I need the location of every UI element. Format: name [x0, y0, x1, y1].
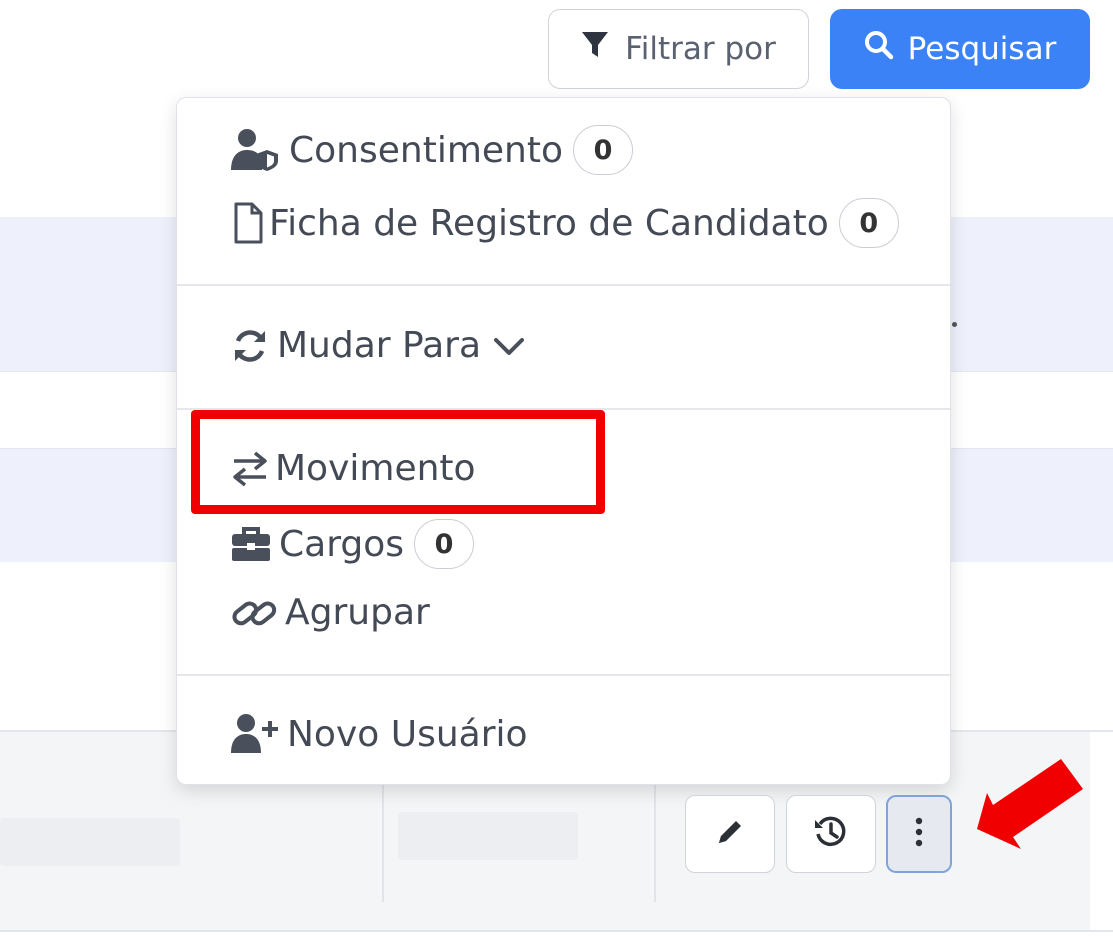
- table-divider: [0, 930, 1113, 932]
- count-badge: 0: [838, 198, 899, 248]
- menu-item-movement[interactable]: Movimento: [231, 448, 476, 489]
- menu-item-label: Novo Usuário: [287, 713, 528, 755]
- filter-button[interactable]: Filtrar por: [548, 9, 809, 89]
- edit-button[interactable]: [685, 795, 775, 873]
- menu-item-candidate-form[interactable]: Ficha de Registro de Candidato 0: [231, 198, 899, 248]
- pencil-icon: [714, 816, 746, 852]
- menu-item-label: Cargos: [279, 523, 404, 565]
- actions-dropdown-menu: Consentimento 0 Ficha de Registro de Can…: [176, 97, 951, 785]
- menu-item-label: Agrupar: [285, 592, 430, 633]
- link-icon: [231, 593, 277, 633]
- user-shield-icon: [231, 128, 285, 172]
- column-separator: [654, 780, 656, 902]
- history-button[interactable]: [786, 795, 876, 873]
- menu-item-label: Consentimento: [289, 129, 563, 171]
- menu-item-new-user[interactable]: Novo Usuário: [231, 713, 528, 755]
- menu-item-group[interactable]: Agrupar: [231, 592, 430, 633]
- menu-item-label: Ficha de Registro de Candidato: [269, 202, 829, 244]
- menu-item-change-to[interactable]: Mudar Para: [231, 325, 525, 366]
- menu-item-label: Mudar Para: [277, 325, 482, 366]
- sync-icon: [231, 327, 269, 365]
- count-badge: 0: [414, 519, 474, 569]
- vertical-ellipsis-icon: [915, 817, 923, 851]
- truncated-text-dot: [952, 322, 957, 327]
- table-cell: [398, 812, 578, 860]
- menu-item-label: Movimento: [275, 448, 476, 489]
- search-button-label: Pesquisar: [907, 31, 1057, 67]
- menu-item-consent[interactable]: Consentimento 0: [231, 125, 633, 175]
- search-button[interactable]: Pesquisar: [830, 9, 1090, 89]
- menu-divider: [177, 674, 950, 676]
- exchange-icon: [231, 451, 269, 487]
- column-separator: [382, 780, 384, 902]
- history-icon: [813, 814, 849, 854]
- count-badge: 0: [573, 125, 633, 175]
- file-icon: [233, 202, 263, 244]
- briefcase-icon: [231, 526, 271, 562]
- user-plus-icon: [231, 713, 281, 755]
- search-icon: [864, 30, 894, 68]
- more-actions-button[interactable]: [886, 795, 952, 873]
- menu-divider: [177, 408, 950, 410]
- filter-icon: [581, 30, 609, 68]
- menu-item-positions[interactable]: Cargos 0: [231, 519, 474, 569]
- table-cell: [0, 818, 180, 866]
- menu-divider: [177, 284, 950, 286]
- filter-button-label: Filtrar por: [625, 31, 776, 67]
- chevron-down-icon: [493, 325, 525, 366]
